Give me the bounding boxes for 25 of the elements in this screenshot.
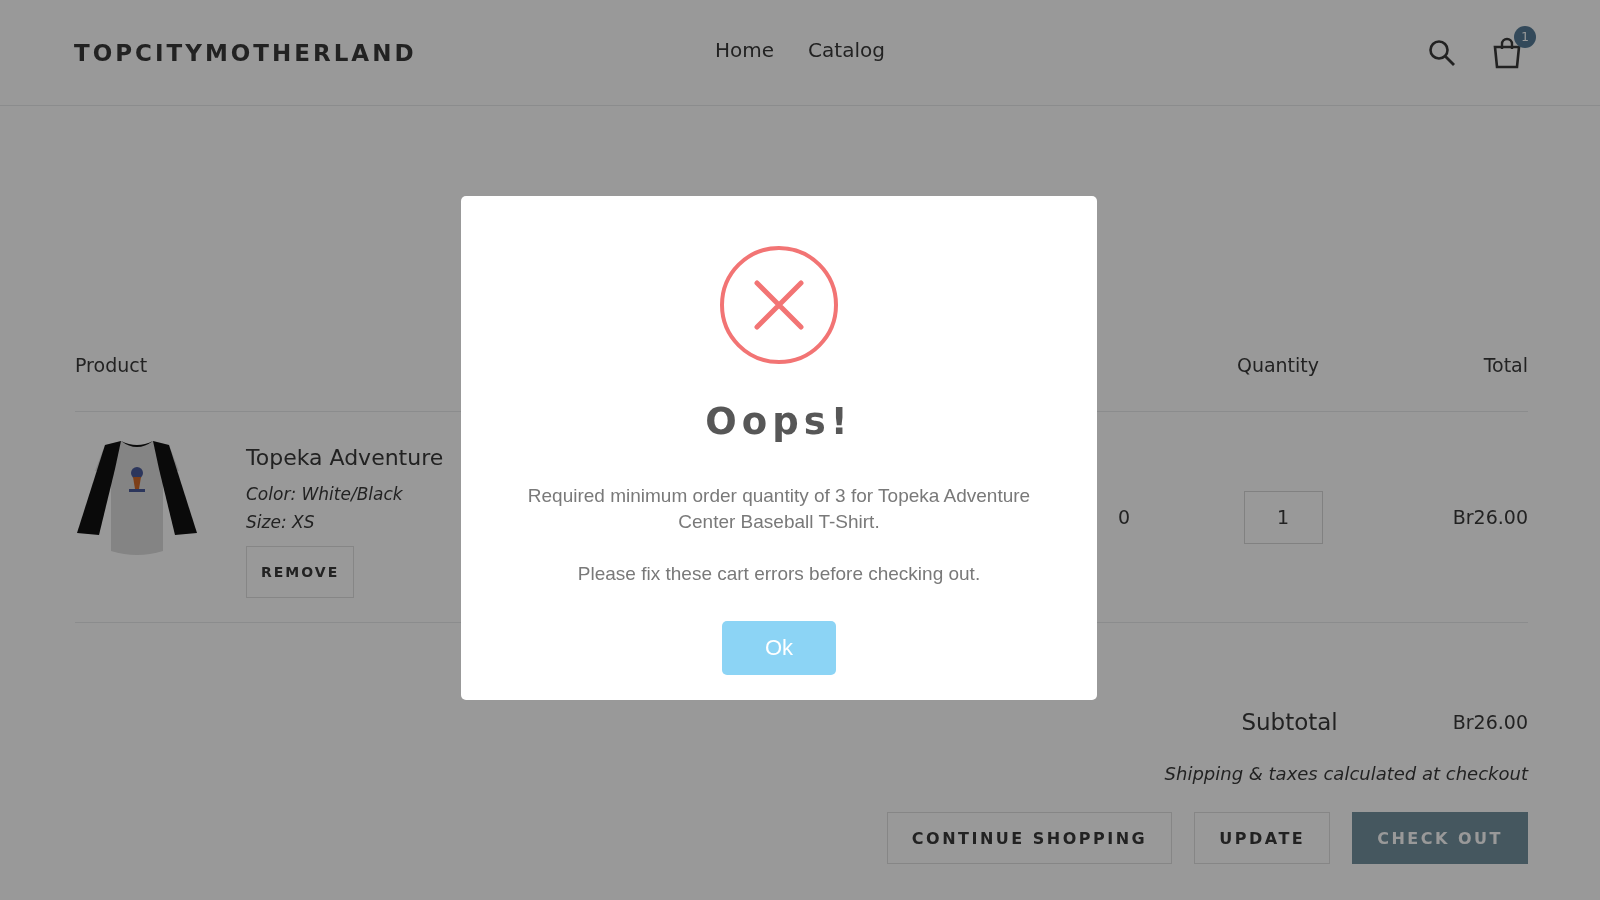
line-total: Br26.00 — [1451, 506, 1528, 528]
shopping-bag-icon[interactable] — [1492, 36, 1522, 69]
price-text: 0 — [1116, 506, 1131, 528]
product-title[interactable]: Topeka Adventure — [246, 445, 444, 470]
cart-button[interactable]: CONTINUE SHOPPING — [886, 812, 1173, 864]
shipping-note: Shipping & taxes calculated at checkout — [1163, 763, 1528, 784]
column-header: Product — [75, 353, 149, 376]
quantity-field[interactable]: 1 — [1243, 490, 1323, 544]
column-header: Quantity — [1235, 353, 1321, 376]
search-icon[interactable] — [1428, 38, 1456, 67]
nav-link[interactable]: Catalog — [808, 38, 885, 62]
dialog-message: Please fix these cart errors before checking out. — [576, 562, 982, 586]
cart-button[interactable]: UPDATE — [1194, 812, 1331, 864]
dialog-title: Oops! — [705, 400, 853, 443]
product-option: Color: White/Black — [246, 480, 403, 508]
subtotal-label: Subtotal — [1241, 709, 1338, 735]
store-logo[interactable]: TOPCITYMOTHERLAND — [74, 39, 417, 66]
error-icon — [720, 246, 838, 364]
column-header: Total — [1482, 353, 1528, 376]
nav-link[interactable]: Home — [715, 38, 775, 62]
cart-count-badge: 1 — [1514, 25, 1536, 48]
remove-button[interactable]: REMOVE — [246, 546, 355, 598]
dialog-message: Required minimum order quantity of 3 for Topeka Adventure Center Baseball T-Shirt. — [526, 484, 1032, 534]
subtotal-value: Br26.00 — [1452, 711, 1528, 733]
product-option: Size: XS — [246, 508, 315, 536]
